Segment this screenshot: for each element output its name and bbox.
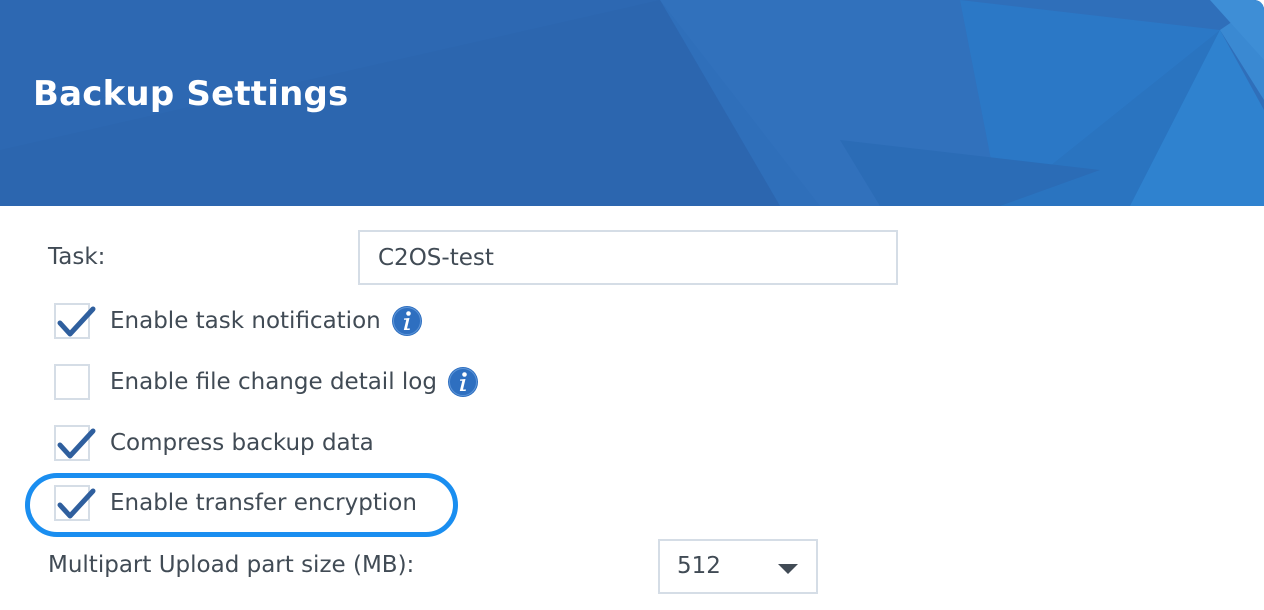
checkmark-icon <box>57 488 96 519</box>
option-transfer-encryption[interactable]: Enable transfer encryption <box>54 485 417 521</box>
multipart-size-label: Multipart Upload part size (MB): <box>48 552 415 578</box>
transfer-encryption-checkbox[interactable] <box>54 485 96 521</box>
checkmark-icon <box>57 428 96 459</box>
multipart-size-select[interactable]: 512 <box>658 539 818 594</box>
option-file-change-log[interactable]: Enable file change detail log <box>54 364 479 400</box>
multipart-size-value: 512 <box>677 553 721 579</box>
task-notification-checkbox[interactable] <box>54 303 96 339</box>
task-notification-label: Enable task notification <box>110 308 381 334</box>
compress-backup-checkbox[interactable] <box>54 425 96 461</box>
checkmark-icon <box>57 306 96 337</box>
task-name-input[interactable] <box>358 230 898 285</box>
file-change-log-label: Enable file change detail log <box>110 369 437 395</box>
info-icon[interactable] <box>447 366 479 398</box>
task-label: Task: <box>48 244 106 270</box>
header-banner: Backup Settings <box>0 0 1264 206</box>
option-task-notification[interactable]: Enable task notification <box>54 303 423 339</box>
chevron-down-icon <box>778 564 798 574</box>
compress-backup-label: Compress backup data <box>110 430 374 456</box>
option-compress-backup[interactable]: Compress backup data <box>54 425 374 461</box>
file-change-log-checkbox[interactable] <box>54 364 90 400</box>
info-icon[interactable] <box>391 305 423 337</box>
transfer-encryption-label: Enable transfer encryption <box>110 490 417 516</box>
page-title: Backup Settings <box>33 74 349 114</box>
